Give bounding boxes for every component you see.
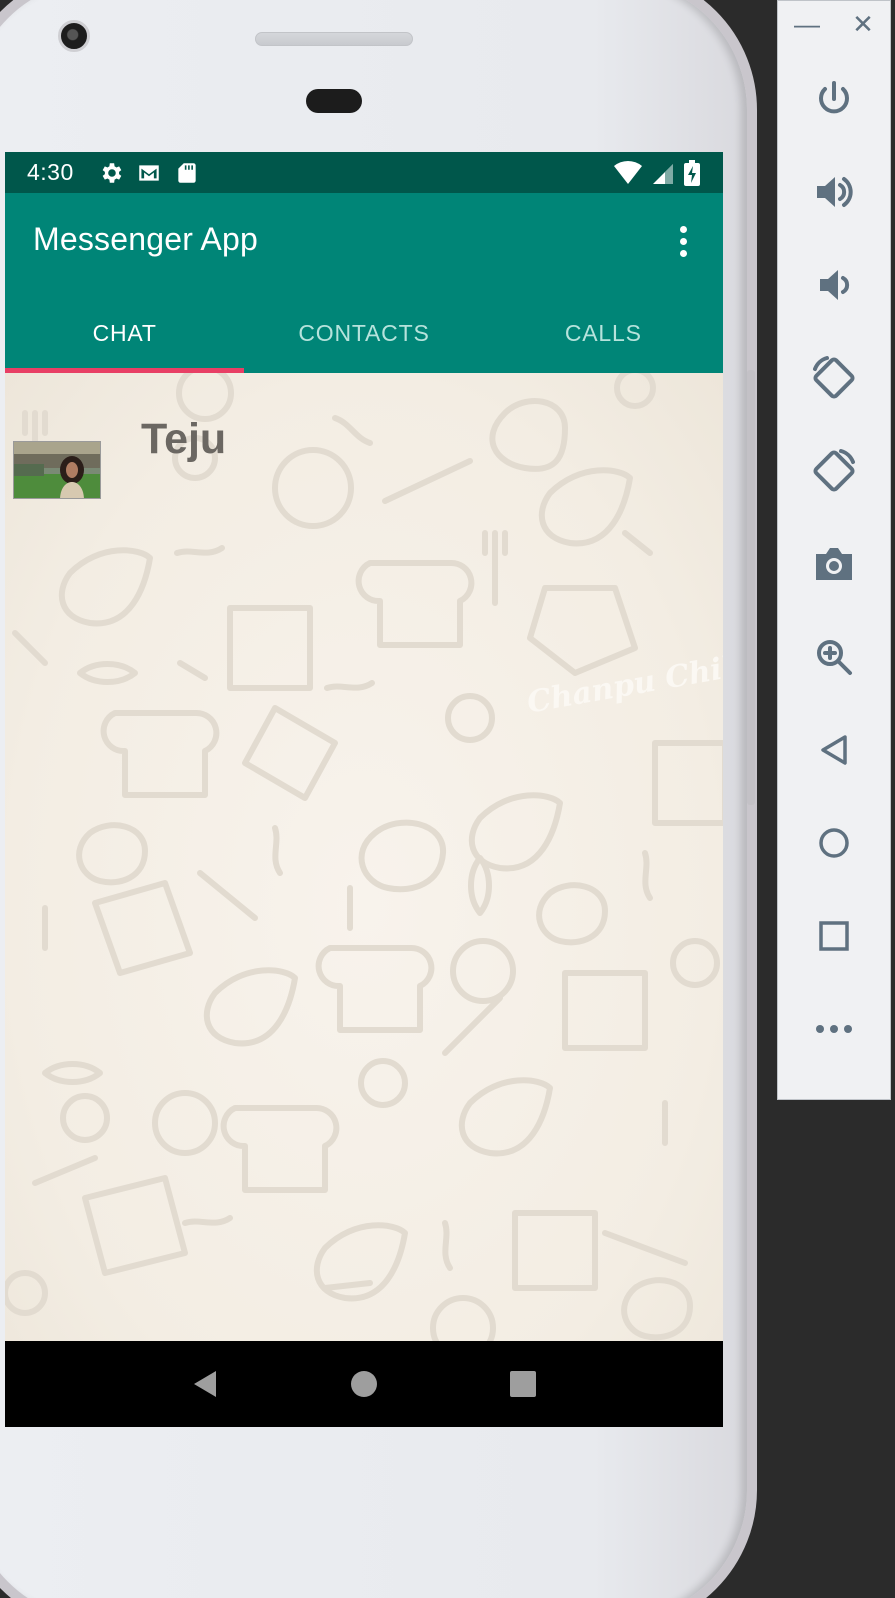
power-button xyxy=(747,615,755,805)
chat-list[interactable]: Chanpu Chikito Teju xyxy=(5,373,723,1341)
wallpaper-doodles: Chanpu Chikito xyxy=(5,373,723,1341)
chat-contact-name: Teju xyxy=(141,415,227,463)
status-bar: 4:30 xyxy=(5,152,723,193)
front-camera xyxy=(58,20,90,52)
gmail-icon xyxy=(139,164,159,181)
app-toolbar: Messenger App xyxy=(5,193,723,293)
overview-icon[interactable] xyxy=(809,911,859,961)
power-icon[interactable] xyxy=(809,74,859,124)
tab-chat[interactable]: CHAT xyxy=(5,293,245,373)
list-item[interactable]: Teju xyxy=(13,411,513,501)
more-vert-icon[interactable] xyxy=(663,219,703,263)
home-icon[interactable] xyxy=(344,1364,384,1404)
profile-photo xyxy=(14,442,100,498)
settings-icon xyxy=(102,162,122,183)
rotate-left-icon[interactable] xyxy=(809,353,859,403)
volume-rocker xyxy=(747,370,755,620)
camera-icon[interactable] xyxy=(809,539,859,589)
tab-calls[interactable]: CALLS xyxy=(484,293,723,373)
home-icon[interactable] xyxy=(809,818,859,868)
minimize-button[interactable]: — xyxy=(794,9,820,39)
rotate-right-icon[interactable] xyxy=(809,446,859,496)
app-title: Messenger App xyxy=(33,221,258,257)
volume-down-icon[interactable] xyxy=(809,260,859,310)
wifi-icon xyxy=(614,160,642,184)
window-controls: — ✕ xyxy=(778,9,890,39)
avatar xyxy=(13,441,101,499)
tab-bar: CHAT CONTACTS CALLS xyxy=(5,293,723,373)
earpiece-speaker xyxy=(255,32,413,46)
back-icon[interactable] xyxy=(809,725,859,775)
back-icon[interactable] xyxy=(185,1364,225,1404)
proximity-sensor xyxy=(306,89,362,113)
cell-signal-icon xyxy=(653,163,673,184)
volume-up-icon[interactable] xyxy=(809,167,859,217)
system-nav-bar xyxy=(5,1341,723,1427)
emulator-control-panel: — ✕ xyxy=(777,0,891,1100)
sd-card-icon xyxy=(178,162,196,183)
recents-icon[interactable] xyxy=(503,1364,543,1404)
battery-charging-icon xyxy=(684,159,700,186)
more-icon[interactable] xyxy=(809,1004,859,1054)
tab-contacts[interactable]: CONTACTS xyxy=(244,293,483,373)
close-button[interactable]: ✕ xyxy=(852,9,874,39)
zoom-icon[interactable] xyxy=(809,632,859,682)
device-screen: 4:30 Messenger App CHAT CONTACTS CALLS C… xyxy=(5,152,723,1427)
status-time: 4:30 xyxy=(27,159,74,185)
